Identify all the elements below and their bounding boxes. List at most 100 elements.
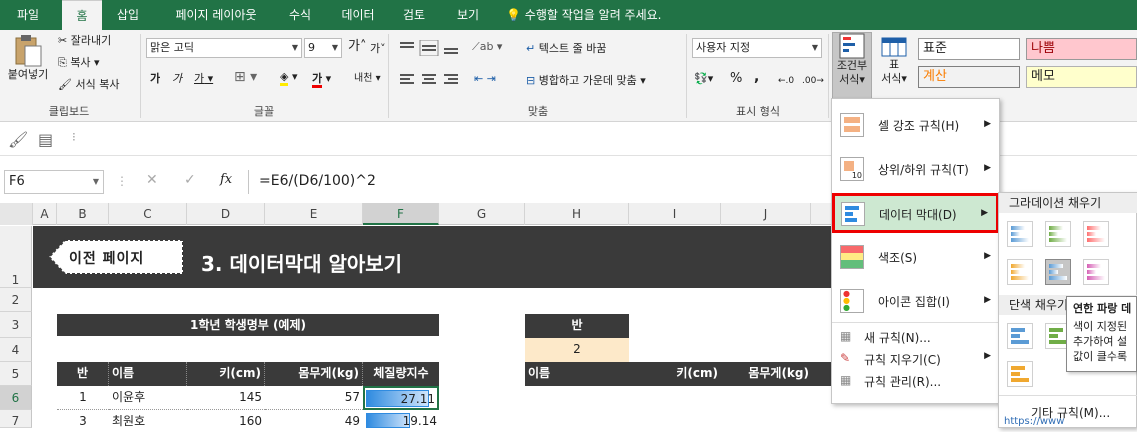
decrease-decimal-button[interactable]: .00→ — [802, 74, 824, 88]
select-all-corner[interactable] — [0, 203, 33, 225]
grow-font-button[interactable]: 가˄ — [348, 40, 366, 54]
tab-insert[interactable]: 삽입 — [106, 0, 150, 30]
font-group-label: 글꼴 — [253, 105, 275, 118]
column-header-j[interactable]: J — [721, 203, 811, 225]
paste-button[interactable]: 붙여넣기 — [6, 34, 50, 94]
style-calculation[interactable]: 계산 — [918, 66, 1020, 88]
font-color-button[interactable]: 가 ▾ — [312, 72, 331, 88]
tab-review[interactable]: 검토 — [392, 0, 436, 30]
table2-ban-value[interactable]: 2 — [525, 338, 629, 362]
qat-customize-icon[interactable]: ⁝ — [72, 130, 76, 144]
brush-icon[interactable]: 🖌 — [8, 130, 28, 149]
row-header-7[interactable]: 7 — [0, 410, 32, 428]
data-bar-style-gradient-3[interactable] — [1083, 221, 1109, 247]
menu-item-manage-rules[interactable]: ▦ 규칙 관리(R)... — [832, 373, 999, 395]
column-header-f[interactable]: F — [363, 203, 439, 225]
enter-check-icon[interactable]: ✓ — [184, 172, 196, 188]
bold-button[interactable]: 가 — [150, 72, 160, 86]
shrink-font-button[interactable]: 가˅ — [370, 42, 386, 56]
row-header-4[interactable]: 4 — [0, 338, 32, 362]
italic-button[interactable]: 가 — [172, 72, 182, 86]
orientation-button[interactable]: ⟋ab ▾ — [472, 40, 502, 54]
table-cell[interactable]: 최원호 — [109, 410, 187, 428]
table-cell[interactable]: 1 — [57, 386, 109, 410]
menu-item-highlight-rules[interactable]: 셀 강조 규칙(H) ▶ — [832, 103, 999, 147]
prev-page-button[interactable]: 이전 페이지 — [47, 238, 185, 276]
menu-item-top-bottom-rules[interactable]: 10 상위/하위 규칙(T) ▶ — [832, 147, 999, 191]
row-header-1[interactable]: 1 — [0, 226, 32, 288]
merge-center-button[interactable]: ⊟ 병합하고 가운데 맞춤 ▾ — [526, 74, 646, 88]
copy-button[interactable]: ⎘ 복사 ▾ — [58, 56, 100, 70]
column-header-g[interactable]: G — [439, 203, 525, 225]
data-bar-swatch — [1011, 226, 1025, 230]
format-as-table-button[interactable]: 표 서식▾ — [876, 32, 912, 102]
table-cell[interactable]: 49 — [265, 410, 363, 428]
name-box[interactable]: F6 ▼ — [4, 170, 104, 194]
tab-data[interactable]: 데이터 — [334, 0, 382, 30]
row-header-2[interactable]: 2 — [0, 288, 32, 312]
horizontal-align-icons[interactable] — [398, 72, 464, 88]
table-cell[interactable]: 19.14 — [363, 410, 439, 428]
tab-page-layout[interactable]: 페이지 레이아웃 — [160, 0, 272, 30]
style-bad[interactable]: 나쁨 — [1026, 38, 1137, 60]
tab-home[interactable]: 홈 — [62, 0, 102, 30]
column-header-d[interactable]: D — [187, 203, 265, 225]
column-header-b[interactable]: B — [57, 203, 109, 225]
phonetic-button[interactable]: 내천 ▾ — [354, 72, 381, 86]
cut-button[interactable]: ✂ 잘라내기 — [58, 34, 111, 48]
row-header-3[interactable]: 3 — [0, 312, 32, 338]
conditional-formatting-button[interactable]: 조건부 서식▾ — [832, 32, 872, 102]
data-bar-style-gradient-2[interactable] — [1045, 221, 1071, 247]
column-header-a[interactable]: A — [33, 203, 57, 225]
style-note[interactable]: 메모 — [1026, 66, 1137, 88]
indent-buttons[interactable]: ⇤ ⇥ — [474, 72, 496, 86]
data-bar-style-gradient-1[interactable] — [1007, 221, 1033, 247]
table-cell[interactable]: 160 — [187, 410, 265, 428]
selected-cell-f6[interactable]: 27.11 — [363, 386, 439, 410]
menu-item-new-rule[interactable]: ▦ 새 규칙(N)... — [832, 329, 999, 351]
row-header-5[interactable]: 5 — [0, 362, 32, 386]
tell-me-box[interactable]: 💡 수행할 작업을 알려 주세요. — [506, 0, 686, 30]
percent-button[interactable]: % — [730, 72, 742, 86]
font-size-combo[interactable]: 9 ▼ — [304, 38, 342, 58]
increase-decimal-icon: ←.0 — [778, 76, 795, 86]
tab-file[interactable]: 파일 — [4, 0, 52, 30]
menu-item-color-scales[interactable]: 색조(S) ▶ — [832, 235, 999, 279]
form-icon[interactable]: ▤ — [38, 130, 53, 149]
cancel-icon[interactable]: ✕ — [146, 172, 158, 188]
wrap-text-button[interactable]: ↵ 텍스트 줄 바꿈 — [526, 42, 606, 56]
tab-view[interactable]: 보기 — [446, 0, 490, 30]
border-button[interactable]: ⊞ ▾ — [234, 70, 257, 84]
comma-button[interactable]: , — [754, 70, 759, 84]
table-cell[interactable]: 57 — [265, 386, 363, 410]
column-header-c[interactable]: C — [109, 203, 187, 225]
data-bar-style-solid-1[interactable] — [1007, 323, 1033, 349]
data-bar-style-gradient-4[interactable] — [1007, 259, 1033, 285]
fill-color-button[interactable]: ◈ ▾ — [280, 70, 298, 86]
tab-formulas[interactable]: 수식 — [278, 0, 322, 30]
insert-function-icon[interactable]: fx — [220, 172, 232, 187]
menu-item-icon-sets[interactable]: ● ● ● 아이콘 집합(I) ▶ — [832, 279, 999, 323]
data-bar-style-gradient-5[interactable] — [1045, 259, 1071, 285]
format-painter-button[interactable]: 🖌 서식 복사 — [58, 78, 119, 92]
column-header-h[interactable]: H — [525, 203, 629, 225]
table-cell[interactable]: 3 — [57, 410, 109, 428]
data-bar-style-solid-4[interactable] — [1007, 361, 1033, 387]
data-bar-style-gradient-6[interactable] — [1083, 259, 1109, 285]
vertical-align-icons[interactable] — [398, 40, 464, 56]
currency-button[interactable]: 💱▾ — [694, 72, 713, 86]
column-header-i[interactable]: I — [629, 203, 721, 225]
formula-input[interactable]: =E6/(D6/100)^2 — [248, 170, 1137, 194]
number-format-combo[interactable]: 사용자 지정 ▼ — [692, 38, 822, 58]
increase-decimal-button[interactable]: ←.0 — [778, 74, 794, 88]
style-normal[interactable]: 표준 — [918, 38, 1020, 60]
menu-item-data-bars[interactable]: 데이터 막대(D) ▶ — [832, 193, 999, 233]
table-cell[interactable]: 145 — [187, 386, 265, 410]
data-bar-swatch — [1087, 232, 1096, 236]
row-header-6[interactable]: 6 — [0, 386, 32, 410]
table-cell[interactable]: 이윤후 — [109, 386, 187, 410]
underline-button[interactable]: 가 ▾ — [194, 72, 213, 86]
menu-item-clear-rules[interactable]: ✎ 규칙 지우기(C) ▶ — [832, 351, 999, 373]
font-name-combo[interactable]: 맑은 고딕 ▼ — [146, 38, 302, 58]
column-header-e[interactable]: E — [265, 203, 363, 225]
